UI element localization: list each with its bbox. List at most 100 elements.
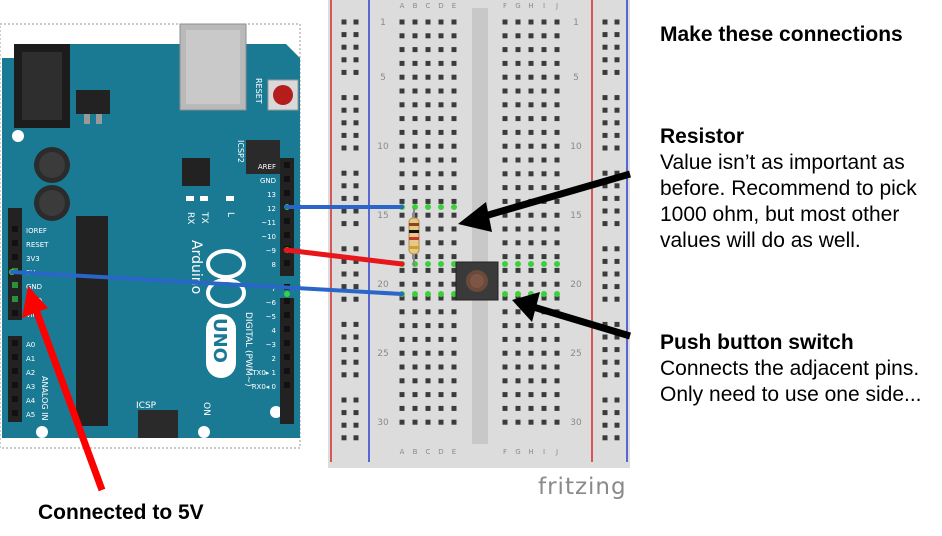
- header-pin: [12, 368, 18, 374]
- resistor-note-body: Value isn’t as important as before. Reco…: [660, 151, 917, 252]
- bb-row-number: 5: [573, 73, 579, 83]
- header-pin: [284, 218, 290, 224]
- digital-pin-label: ~5: [266, 313, 276, 321]
- bb-column-label: E: [452, 2, 456, 10]
- push-button: [455, 261, 499, 301]
- resistor-note-title: Resistor: [660, 125, 745, 148]
- fritzing-logo: fritzing: [538, 474, 627, 500]
- breadboard: A B C D E F G H I JA B C D E F G H I J 1 15 510 1015 1520 2025 2…: [328, 0, 630, 468]
- header-pin: [284, 232, 290, 238]
- header-pin: [12, 296, 18, 302]
- bb-column-label: A: [400, 448, 405, 456]
- header-pin: [284, 312, 290, 318]
- push-button-note-title: Push button switch: [660, 331, 854, 354]
- header-pin: [12, 410, 18, 416]
- digital-pin-label: ~10: [261, 233, 276, 241]
- header-pin: [284, 382, 290, 388]
- header-pin: [284, 354, 290, 360]
- header-pin: [284, 176, 290, 182]
- header-pin: [284, 368, 290, 374]
- brand-label: Arduino: [188, 240, 204, 294]
- bb-column-label: I: [543, 2, 545, 10]
- bb-row-number: 20: [570, 280, 582, 290]
- digital-pin-label: ~11: [261, 219, 276, 227]
- bb-column-label: G: [515, 2, 520, 10]
- analog-pin-label: A0: [26, 341, 35, 349]
- tx-label: TX: [199, 211, 209, 224]
- header-pin: [284, 340, 290, 346]
- digital-pin-label: GND: [260, 177, 276, 185]
- rx-label: RX: [185, 212, 195, 224]
- header-pin: [12, 354, 18, 360]
- bb-row-number: 30: [570, 418, 582, 428]
- header-pin: [284, 326, 290, 332]
- analog-pin-label: A4: [26, 397, 36, 405]
- header-pin: [284, 260, 290, 266]
- bb-column-label: F: [503, 448, 507, 456]
- resistor-note: Resistor Value isn’t as important as bef…: [660, 124, 940, 254]
- bb-column-label: H: [528, 448, 533, 456]
- bb-column-label: D: [438, 2, 443, 10]
- digital-pin-label: 8: [272, 261, 276, 269]
- header-pin: [12, 282, 18, 288]
- bb-row-number: 1: [380, 18, 386, 28]
- header-pin: [284, 190, 290, 196]
- on-label: ON: [201, 402, 211, 416]
- digital-pin-label: ~3: [266, 341, 276, 349]
- bb-row-number: 10: [570, 142, 582, 152]
- header-pin: [12, 240, 18, 246]
- power-header: [8, 208, 22, 320]
- digital-pin-label: ~9: [266, 247, 276, 255]
- bb-row-number: 15: [570, 211, 581, 221]
- digital-pin-label: RX0◂ 0: [252, 383, 276, 391]
- digital-pin-label: AREF: [258, 163, 276, 171]
- digital-pin-label: TX0▸ 1: [251, 369, 276, 377]
- header-pin: [12, 254, 18, 260]
- power-pin-label: RESET: [26, 241, 49, 249]
- bb-row-number: 1: [573, 18, 579, 28]
- model-label: UNO: [209, 318, 230, 363]
- header-pin: [284, 162, 290, 168]
- header-pin: [12, 340, 18, 346]
- bb-column-label: A: [400, 2, 405, 10]
- digital-pin-label: 2: [272, 355, 276, 363]
- bb-row-number: 5: [380, 73, 386, 83]
- analog-pin-label: A5: [26, 411, 35, 419]
- header-pin: [284, 298, 290, 304]
- reset-label: RESET: [254, 78, 263, 104]
- header-pin: [12, 382, 18, 388]
- bb-row-number: 20: [377, 280, 389, 290]
- analog-pin-label: A3: [26, 383, 35, 391]
- bb-row-number: 30: [377, 418, 389, 428]
- bb-column-label: H: [528, 2, 533, 10]
- bb-column-label: C: [426, 448, 431, 456]
- bb-column-label: G: [515, 448, 520, 456]
- bb-row-number: 25: [377, 349, 388, 359]
- analog-pin-label: A2: [26, 369, 35, 377]
- arduino-board: RESET ICSP2 RX TX L Arduino UNO DIGITAL …: [2, 23, 300, 438]
- header-pin: [12, 310, 18, 316]
- analog-header: [8, 336, 22, 422]
- digital-pin-label: 13: [267, 191, 276, 199]
- l-label: L: [225, 212, 235, 217]
- header-pin: [12, 396, 18, 402]
- header-pin: [12, 226, 18, 232]
- push-button-note-body: Connects the adjacent pins. Only need to…: [660, 357, 922, 406]
- bb-row-number: 10: [377, 142, 389, 152]
- bb-column-label: F: [503, 2, 507, 10]
- digital-pin-label: ~6: [266, 299, 277, 307]
- digital-pin-label: 4: [272, 327, 277, 335]
- analog-pin-label: A1: [26, 355, 35, 363]
- bb-column-label: E: [452, 448, 456, 456]
- instructions-heading: Make these connections: [660, 23, 903, 46]
- analog-label: ANALOG IN: [40, 376, 49, 421]
- bb-row-number: 25: [570, 349, 581, 359]
- power-pin-label: IOREF: [26, 227, 47, 235]
- bb-column-label: B: [413, 448, 418, 456]
- five-volt-note: Connected to 5V: [38, 501, 204, 524]
- bb-column-label: J: [555, 448, 558, 456]
- push-button-note: Push button switch Connects the adjacent…: [660, 330, 940, 408]
- icsp2-label: ICSP2: [236, 140, 245, 163]
- power-pin-label: 3V3: [26, 255, 40, 263]
- bb-column-label: D: [438, 448, 443, 456]
